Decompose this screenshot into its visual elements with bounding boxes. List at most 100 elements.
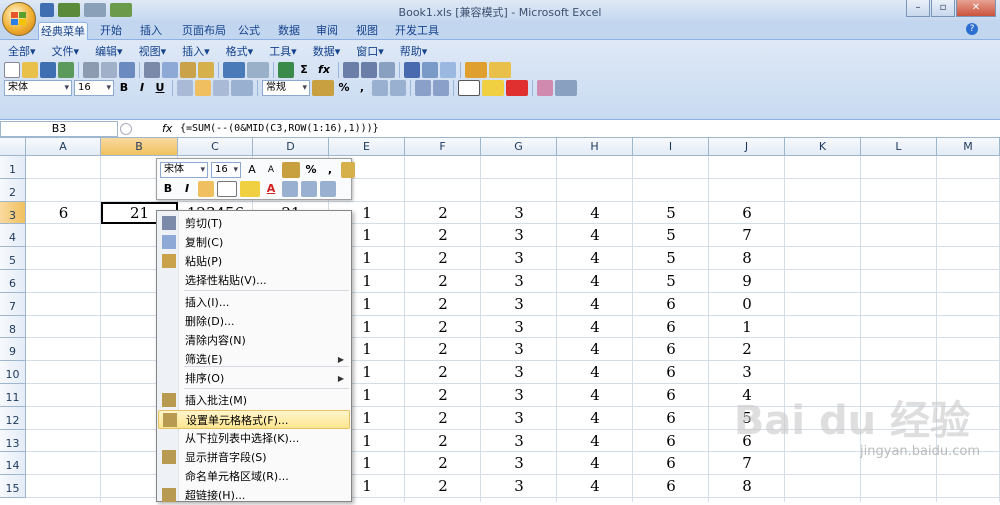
mini-percent-button[interactable]: % xyxy=(303,162,319,178)
cell-i5[interactable]: 5 xyxy=(633,249,709,272)
cell-i3[interactable]: 5 xyxy=(633,204,709,227)
decrease-indent-icon[interactable] xyxy=(415,80,431,96)
sort-desc-icon[interactable] xyxy=(361,62,377,78)
cell-g9[interactable]: 3 xyxy=(481,340,557,363)
column-header-e[interactable]: E xyxy=(329,138,405,156)
menu-all[interactable]: 全部▾ xyxy=(0,44,44,60)
column-header-f[interactable]: F xyxy=(405,138,481,156)
tab-classic-menu[interactable]: 经典菜单 xyxy=(38,22,88,40)
cell-g12[interactable]: 3 xyxy=(481,409,557,432)
cell-h6[interactable]: 4 xyxy=(557,272,633,295)
cell-g10[interactable]: 3 xyxy=(481,363,557,386)
menu-file[interactable]: 文件▾ xyxy=(44,44,88,60)
cell-h5[interactable]: 4 xyxy=(557,249,633,272)
permission-icon[interactable] xyxy=(58,62,74,78)
row-header-7[interactable]: 7 xyxy=(0,292,26,316)
office-button[interactable] xyxy=(2,2,36,36)
menu-item-12[interactable]: 从下拉列表中选择(K)... xyxy=(158,429,350,448)
cell-j5[interactable]: 8 xyxy=(709,249,785,272)
mini-font-color-button[interactable]: A xyxy=(263,181,279,197)
menu-item-11[interactable]: 设置单元格格式(F)... xyxy=(158,410,350,429)
align-center-icon[interactable] xyxy=(198,181,214,197)
cell-i9[interactable]: 6 xyxy=(633,340,709,363)
row-header-11[interactable]: 11 xyxy=(0,384,26,407)
cell-g14[interactable]: 3 xyxy=(481,454,557,477)
cell-f8[interactable]: 2 xyxy=(405,318,481,341)
borders-icon[interactable] xyxy=(217,181,237,197)
print-icon[interactable] xyxy=(83,62,99,78)
cell-f10[interactable]: 2 xyxy=(405,363,481,386)
menu-item-7[interactable]: 清除内容(N) xyxy=(158,331,350,350)
cell-i4[interactable]: 5 xyxy=(633,226,709,249)
cell-i11[interactable]: 6 xyxy=(633,386,709,409)
menu-item-1[interactable]: 剪切(T) xyxy=(158,214,350,233)
cell-g15[interactable]: 3 xyxy=(481,477,557,500)
increase-decimal-icon[interactable] xyxy=(282,181,298,197)
style-icon[interactable] xyxy=(537,80,553,96)
diamond-icon[interactable] xyxy=(465,62,487,78)
comma-button[interactable]: , xyxy=(354,80,370,96)
tab-insert[interactable]: 插入 xyxy=(134,22,168,40)
mini-font-select[interactable]: 宋体 xyxy=(160,162,208,178)
italic-button[interactable]: I xyxy=(134,80,150,96)
column-header-l[interactable]: L xyxy=(861,138,937,156)
percent-button[interactable]: % xyxy=(336,80,352,96)
cell-f3[interactable]: 2 xyxy=(405,204,481,227)
paste-icon[interactable] xyxy=(180,62,196,78)
help-icon[interactable]: ? xyxy=(966,23,978,35)
align-center-icon[interactable] xyxy=(195,80,211,96)
cell-g4[interactable]: 3 xyxy=(481,226,557,249)
cut-icon[interactable] xyxy=(144,62,160,78)
tab-view[interactable]: 视图 xyxy=(350,22,384,40)
font-size-select[interactable]: 16 xyxy=(74,80,114,96)
cell-j15[interactable]: 8 xyxy=(709,477,785,500)
menu-item-6[interactable]: 删除(D)... xyxy=(158,312,350,331)
cell-g5[interactable]: 3 xyxy=(481,249,557,272)
decrease-decimal-icon[interactable] xyxy=(301,181,317,197)
cell-i7[interactable]: 6 xyxy=(633,295,709,318)
number-format-select[interactable]: 常规 xyxy=(262,80,310,96)
fill-color-icon[interactable] xyxy=(240,181,260,197)
cell-f5[interactable]: 2 xyxy=(405,249,481,272)
open-icon[interactable] xyxy=(22,62,38,78)
mini-italic-button[interactable]: I xyxy=(179,181,195,197)
insert-function-fx[interactable]: fx xyxy=(162,122,172,135)
tab-review[interactable]: 审阅 xyxy=(310,22,344,40)
filter-icon[interactable] xyxy=(379,62,395,78)
mini-comma-button[interactable]: , xyxy=(322,162,338,178)
column-header-j[interactable]: J xyxy=(709,138,785,156)
increase-decimal-icon[interactable] xyxy=(372,80,388,96)
menu-window[interactable]: 窗口▾ xyxy=(348,44,392,60)
cell-h4[interactable]: 4 xyxy=(557,226,633,249)
menu-data[interactable]: 数据▾ xyxy=(305,44,349,60)
menu-item-14[interactable]: 命名单元格区域(R)... xyxy=(158,467,350,486)
menu-edit[interactable]: 编辑▾ xyxy=(87,44,131,60)
underline-button[interactable]: U xyxy=(152,80,168,96)
column-header-d[interactable]: D xyxy=(253,138,329,156)
cell-h12[interactable]: 4 xyxy=(557,409,633,432)
cell-f4[interactable]: 2 xyxy=(405,226,481,249)
cell-j10[interactable]: 3 xyxy=(709,363,785,386)
column-header-c[interactable]: C xyxy=(178,138,253,156)
cell-j9[interactable]: 2 xyxy=(709,340,785,363)
row-header-6[interactable]: 6 xyxy=(0,270,26,293)
borders-icon[interactable] xyxy=(458,80,480,96)
row-header-4[interactable]: 4 xyxy=(0,224,26,248)
autosum-button[interactable]: Σ xyxy=(296,62,312,78)
mini-bold-button[interactable]: B xyxy=(160,181,176,197)
menu-item-9[interactable]: 排序(O) ▶ xyxy=(158,369,350,388)
cell-g8[interactable]: 3 xyxy=(481,318,557,341)
save-icon[interactable] xyxy=(40,62,56,78)
maximize-button[interactable]: ▫ xyxy=(931,0,955,17)
fill-color-icon[interactable] xyxy=(482,80,504,96)
drawing-icon[interactable] xyxy=(422,62,438,78)
cell-f13[interactable]: 2 xyxy=(405,432,481,455)
merge-center-icon[interactable] xyxy=(231,80,253,96)
tab-home[interactable]: 开始 xyxy=(94,22,128,40)
cell-h8[interactable]: 4 xyxy=(557,318,633,341)
menu-help[interactable]: 帮助▾ xyxy=(392,44,436,60)
hyperlink-icon[interactable] xyxy=(278,62,294,78)
cell-f15[interactable]: 2 xyxy=(405,477,481,500)
cell-g3[interactable]: 3 xyxy=(481,204,557,227)
cell-j8[interactable]: 1 xyxy=(709,318,785,341)
